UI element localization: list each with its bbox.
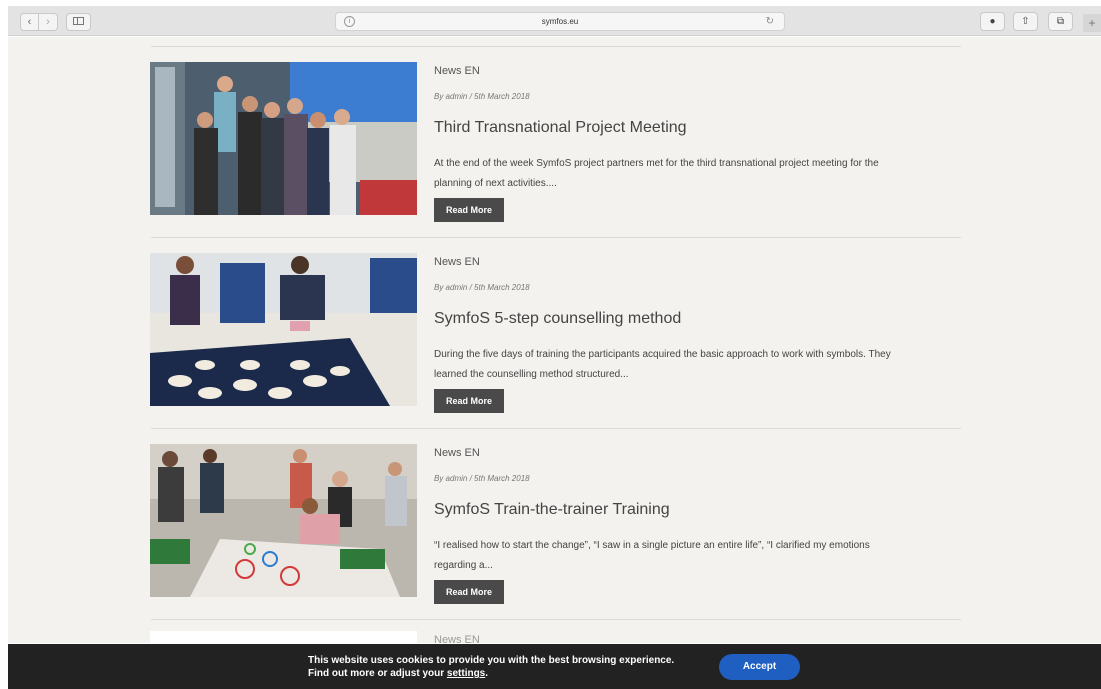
info-icon[interactable]: i (344, 16, 355, 27)
downloads-button[interactable]: ● (980, 12, 1005, 31)
divider (151, 428, 961, 429)
reload-icon[interactable]: ↻ (766, 13, 774, 30)
post-item: News EN By admin / 5th March 2018 SymfoS… (150, 444, 970, 604)
post-thumbnail-counselling[interactable] (150, 253, 417, 406)
page-content: News EN By admin / 5th March 2018 Third … (8, 37, 1101, 643)
forward-button[interactable]: › (39, 13, 58, 31)
post-thumbnail-meeting[interactable] (150, 62, 417, 215)
cookie-message-line1: This website uses cookies to provide you… (308, 655, 675, 666)
post-item: News EN By admin / 5th March 2018 SymfoS… (150, 253, 970, 413)
url-text: symfos.eu (541, 17, 579, 26)
cookie-message-line2: Find out more or adjust your settings. (308, 667, 674, 680)
post-category[interactable]: News EN (434, 447, 480, 459)
tabs-icon: ⧉ (1056, 16, 1065, 27)
plus-icon: + (1088, 16, 1096, 30)
share-button[interactable]: ⇧ (1013, 12, 1038, 31)
chevron-left-icon: ‹ (27, 16, 32, 28)
cookie-settings-link[interactable]: settings (447, 668, 485, 679)
post-item: News EN By admin / 5th March 2018 Third … (150, 62, 970, 222)
cookie-line2-suffix: . (485, 668, 489, 679)
cookie-banner: This website uses cookies to provide you… (8, 644, 1101, 689)
read-more-button[interactable]: Read More (434, 389, 504, 413)
post-excerpt: During the five days of training the par… (434, 349, 891, 380)
read-more-button[interactable]: Read More (434, 580, 504, 604)
share-icon: ⇧ (1021, 16, 1030, 27)
address-bar[interactable]: i symfos.eu ↻ (335, 12, 785, 31)
divider (151, 46, 961, 47)
cookie-line2-prefix: Find out more or adjust your (308, 668, 447, 679)
next-post-thumbnail[interactable] (150, 631, 417, 643)
browser-toolbar: ‹ › i symfos.eu ↻ ● ⇧ ⧉ + (8, 6, 1101, 36)
cookie-message: This website uses cookies to provide you… (308, 654, 674, 680)
post-byline: By admin / 5th March 2018 (434, 283, 530, 292)
sidebar-toggle-button[interactable] (66, 13, 91, 31)
read-more-button[interactable]: Read More (434, 198, 504, 222)
back-button[interactable]: ‹ (20, 13, 39, 31)
group-photo-image (150, 62, 417, 215)
post-excerpt: At the end of the week SymfoS project pa… (434, 158, 879, 189)
new-tab-button[interactable]: + (1083, 14, 1101, 32)
counselling-photo-image (150, 253, 417, 406)
post-thumbnail-training[interactable] (150, 444, 417, 597)
post-title[interactable]: SymfoS Train-the-trainer Training (434, 501, 670, 519)
post-title[interactable]: Third Transnational Project Meeting (434, 119, 687, 137)
post-excerpt: “I realised how to start the change”, “I… (434, 540, 870, 571)
post-title[interactable]: SymfoS 5-step counselling method (434, 310, 681, 328)
training-photo-image (150, 444, 417, 597)
tab-overview-button[interactable]: ⧉ (1048, 12, 1073, 31)
divider (151, 619, 961, 620)
chevron-right-icon: › (46, 16, 50, 28)
post-category[interactable]: News EN (434, 65, 480, 77)
accept-cookies-button[interactable]: Accept (719, 654, 800, 680)
next-post-category[interactable]: News EN (434, 634, 480, 643)
post-byline: By admin / 5th March 2018 (434, 92, 530, 101)
sidebar-icon (73, 17, 84, 25)
divider (151, 237, 961, 238)
post-category[interactable]: News EN (434, 256, 480, 268)
post-byline: By admin / 5th March 2018 (434, 474, 530, 483)
download-icon: ● (989, 16, 996, 27)
